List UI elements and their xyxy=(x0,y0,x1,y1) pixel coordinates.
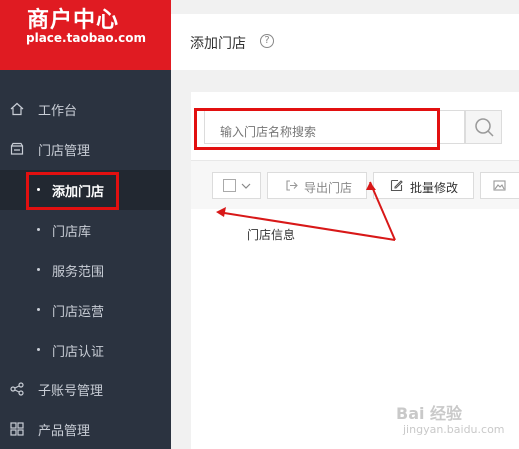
page-header: 添加门店 ? xyxy=(171,14,519,70)
home-icon xyxy=(10,102,24,116)
sidebar-subitem-store-operations[interactable]: 门店运营 xyxy=(0,290,171,330)
watermark: Bai 经验 xyxy=(396,404,463,423)
search-button[interactable] xyxy=(465,110,502,144)
batch-edit-button[interactable]: 批量修改 xyxy=(373,172,474,199)
sidebar-subitem-service-scope[interactable]: 服务范围 xyxy=(0,250,171,290)
column-header-store-info: 门店信息 xyxy=(247,228,296,242)
export-icon xyxy=(286,180,298,191)
image-icon xyxy=(493,180,506,191)
share-icon xyxy=(10,382,24,396)
page-title: 添加门店 xyxy=(190,36,246,52)
bullet-icon xyxy=(37,348,40,351)
sidebar-subitem-label: 门店认证 xyxy=(52,345,105,360)
bullet-icon xyxy=(37,268,40,271)
sidebar-subitem-label: 门店运营 xyxy=(52,305,105,320)
search-icon xyxy=(475,118,494,137)
batch-edit-label: 批量修改 xyxy=(410,181,459,195)
export-stores-button[interactable]: 导出门店 xyxy=(267,172,367,199)
bullet-icon xyxy=(37,308,40,311)
bullet-icon xyxy=(37,228,40,231)
help-icon[interactable]: ? xyxy=(260,34,274,48)
sidebar-item-product-management[interactable]: 产品管理 xyxy=(0,409,171,449)
export-stores-label: 导出门店 xyxy=(304,181,353,195)
store-icon xyxy=(10,142,24,155)
highlight-box-search xyxy=(194,108,440,150)
brand-url: place.taobao.com xyxy=(26,31,147,45)
sidebar-item-label: 门店管理 xyxy=(38,144,91,159)
sidebar-subitem-label: 门店库 xyxy=(52,225,92,240)
sidebar-item-label: 工作台 xyxy=(38,104,78,119)
sidebar-subitem-label: 服务范围 xyxy=(52,265,105,280)
chevron-down-icon xyxy=(241,183,251,189)
highlight-box-add-store xyxy=(26,172,119,210)
grid-icon xyxy=(10,422,24,436)
sidebar-subitem-store-library[interactable]: 门店库 xyxy=(0,210,171,250)
edit-icon xyxy=(390,179,403,192)
watermark-url: jingyan.baidu.com xyxy=(403,423,505,436)
brand-header[interactable]: 商户中心 place.taobao.com xyxy=(0,0,171,70)
brand-title: 商户中心 xyxy=(27,8,120,33)
sidebar-subitem-store-verification[interactable]: 门店认证 xyxy=(0,330,171,370)
select-all-dropdown[interactable] xyxy=(212,172,261,199)
checkbox[interactable] xyxy=(223,179,236,192)
sidebar-item-label: 子账号管理 xyxy=(38,384,104,399)
sidebar-item-sub-accounts[interactable]: 子账号管理 xyxy=(0,369,171,409)
image-button[interactable] xyxy=(480,172,519,199)
sidebar-item-store-management[interactable]: 门店管理 xyxy=(0,129,171,169)
sidebar-item-label: 产品管理 xyxy=(38,424,91,439)
sidebar-item-dashboard[interactable]: 工作台 xyxy=(0,89,171,129)
